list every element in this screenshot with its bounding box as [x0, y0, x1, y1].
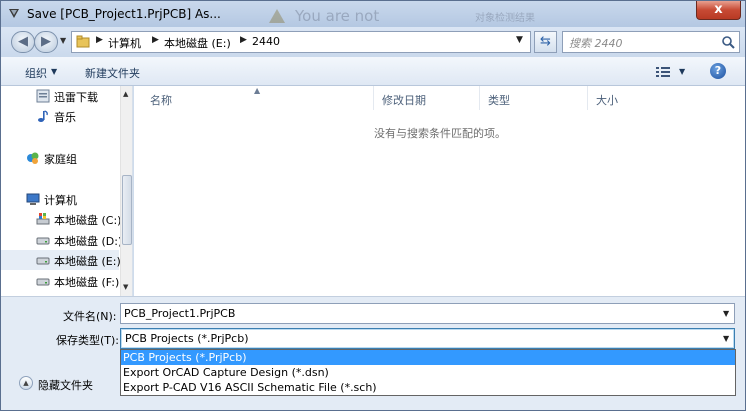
help-icon: ? [714, 64, 722, 77]
filename-value: PCB_Project1.PrjPCB [124, 307, 236, 320]
filename-label: 文件名(N): [63, 310, 117, 323]
altium-app-icon [9, 9, 19, 18]
sidebar-item-label: 本地磁盘 (C:) [54, 214, 122, 227]
window-title: Save [PCB_Project1.PrjPCB] As... [27, 7, 221, 21]
sidebar-item-drive-d[interactable]: 本地磁盘 (D:) [1, 230, 123, 250]
background-dialog-box: 对象检测结果 [475, 13, 535, 24]
breadcrumb-separator-icon[interactable]: ▶ [152, 35, 159, 45]
organize-dropdown-icon[interactable]: ▼ [51, 67, 57, 76]
breadcrumb-folder-2440[interactable]: 2440 [252, 35, 280, 48]
homegroup-icon [27, 152, 39, 164]
address-dropdown-icon[interactable]: ▼ [516, 35, 523, 45]
save-options-panel: 文件名(N): PCB_Project1.PrjPCB ▼ 保存类型(T): P… [1, 296, 745, 410]
refresh-button[interactable]: ⇆ [534, 31, 557, 53]
filetype-selected-value: PCB Projects (*.PrjPcb) [125, 332, 249, 345]
address-bar[interactable]: ▶ 计算机 ▶ 本地磁盘 (E:) ▶ 2440 ▼ [71, 31, 531, 53]
column-label: 类型 [488, 94, 510, 107]
breadcrumb-computer[interactable]: 计算机 [108, 35, 141, 51]
drive-icon [36, 278, 50, 286]
sidebar-item-label: 迅雷下载 [54, 91, 98, 104]
back-button[interactable]: ◀ [11, 31, 35, 53]
folder-icon [76, 35, 90, 48]
breadcrumb-separator-icon[interactable]: ▶ [96, 35, 103, 45]
sidebar-item-label: 本地磁盘 (D:) [54, 235, 123, 248]
sidebar-item-drive-c[interactable]: 本地磁盘 (C:) [1, 209, 122, 229]
hide-folders-button[interactable]: ▲ [19, 376, 33, 390]
chevron-up-icon: ▲ [23, 379, 29, 387]
empty-results-message: 没有与搜索条件匹配的项。 [374, 127, 506, 140]
sidebar-item-label: 本地磁盘 (E:) [54, 255, 121, 268]
column-header-size[interactable]: 大小 [588, 86, 745, 110]
option-label: PCB Projects (*.PrjPcb) [123, 351, 247, 364]
close-button[interactable]: x [696, 1, 741, 20]
sidebar-item-thunder-download[interactable]: 迅雷下载 [1, 86, 119, 106]
computer-icon [26, 193, 40, 205]
help-button[interactable]: ? [710, 63, 726, 79]
column-header-type[interactable]: 类型 [480, 86, 588, 110]
navigation-scrollbar[interactable]: ▲ ▼ [120, 86, 132, 296]
breadcrumb-drive-e[interactable]: 本地磁盘 (E:) [164, 35, 231, 51]
filetype-option-orcad-dsn[interactable]: Export OrCAD Capture Design (*.dsn) [121, 365, 735, 380]
address-row: ◀ ▶ ▼ ▶ 计算机 ▶ 本地磁盘 (E:) ▶ 2440 ▼ ⇆ 搜索 24… [1, 27, 745, 57]
hide-folders-label[interactable]: 隐藏文件夹 [38, 377, 93, 393]
sidebar-item-label: 计算机 [44, 194, 77, 207]
sort-ascending-icon: ▲ [254, 86, 261, 95]
breadcrumb-separator-icon[interactable]: ▶ [240, 35, 247, 45]
filetype-option-prjpcb[interactable]: PCB Projects (*.PrjPcb) [121, 350, 735, 365]
search-icon[interactable] [721, 35, 735, 49]
view-options-icon[interactable] [656, 66, 670, 78]
command-toolbar: 组织 ▼ 新建文件夹 ▼ ? [1, 57, 745, 86]
music-icon [38, 110, 48, 122]
new-folder-button[interactable]: 新建文件夹 [85, 65, 140, 81]
save-as-dialog: Save [PCB_Project1.PrjPCB] As... You are… [0, 0, 746, 411]
option-label: Export P-CAD V16 ASCII Schematic File (*… [123, 381, 377, 394]
arrow-right-icon: ▶ [41, 34, 51, 49]
drive-icon [36, 257, 50, 265]
column-header-date-modified[interactable]: 修改日期 [374, 86, 480, 110]
recent-pages-dropdown-icon[interactable]: ▼ [60, 36, 66, 45]
filetype-label: 保存类型(T): [56, 334, 120, 347]
filename-field[interactable]: PCB_Project1.PrjPCB ▼ [120, 303, 735, 324]
sidebar-item-homegroup[interactable]: 家庭组 [1, 148, 119, 168]
search-input[interactable]: 搜索 2440 [569, 35, 623, 51]
column-label: 名称 [150, 94, 172, 107]
sidebar-item-music[interactable]: 音乐 [1, 106, 119, 126]
filetype-select[interactable]: PCB Projects (*.PrjPcb) ▼ [120, 328, 735, 349]
column-label: 大小 [596, 94, 618, 107]
refresh-icon: ⇆ [540, 34, 551, 49]
background-dialog-text: You are not [295, 7, 380, 25]
scrollbar-thumb[interactable] [122, 175, 132, 245]
option-label: Export OrCAD Capture Design (*.dsn) [123, 366, 329, 379]
file-list[interactable]: 名称 ▲ 修改日期 类型 大小 没有与搜索条件匹配的项。 [134, 86, 745, 296]
forward-button[interactable]: ▶ [34, 31, 58, 53]
organize-button[interactable]: 组织 [25, 65, 47, 81]
column-header-name[interactable]: 名称 ▲ [134, 86, 374, 110]
filetype-dropdown-icon[interactable]: ▼ [723, 334, 729, 343]
column-label: 修改日期 [382, 94, 426, 107]
sidebar-item-computer[interactable]: 计算机 [1, 189, 119, 209]
thunder-download-icon [36, 89, 50, 103]
sidebar-item-label: 本地磁盘 (F:) [54, 276, 120, 289]
sidebar-item-label: 家庭组 [44, 153, 77, 166]
arrow-left-icon: ◀ [18, 34, 28, 49]
sidebar-item-drive-e[interactable]: 本地磁盘 (E:) [1, 250, 121, 270]
sidebar-item-drive-f[interactable]: 本地磁盘 (F:) [1, 271, 119, 291]
scroll-down-icon[interactable]: ▼ [123, 283, 128, 291]
system-drive-icon [36, 213, 50, 225]
filetype-dropdown-list: PCB Projects (*.PrjPcb) Export OrCAD Cap… [120, 349, 736, 396]
scroll-up-icon[interactable]: ▲ [123, 90, 128, 98]
search-box[interactable]: 搜索 2440 [562, 31, 740, 53]
filetype-option-pcad-sch[interactable]: Export P-CAD V16 ASCII Schematic File (*… [121, 380, 735, 395]
navigation-pane: 迅雷下载 音乐 家庭组 计算机 本地磁盘 (C:) 本地磁盘 (D:) 本地磁盘… [1, 86, 133, 296]
drive-icon [36, 237, 50, 245]
view-dropdown-icon[interactable]: ▼ [679, 67, 685, 76]
title-bar[interactable]: Save [PCB_Project1.PrjPCB] As... You are… [1, 1, 745, 27]
sidebar-item-label: 音乐 [54, 111, 76, 124]
warning-icon [269, 9, 285, 23]
filename-dropdown-icon[interactable]: ▼ [723, 309, 729, 318]
